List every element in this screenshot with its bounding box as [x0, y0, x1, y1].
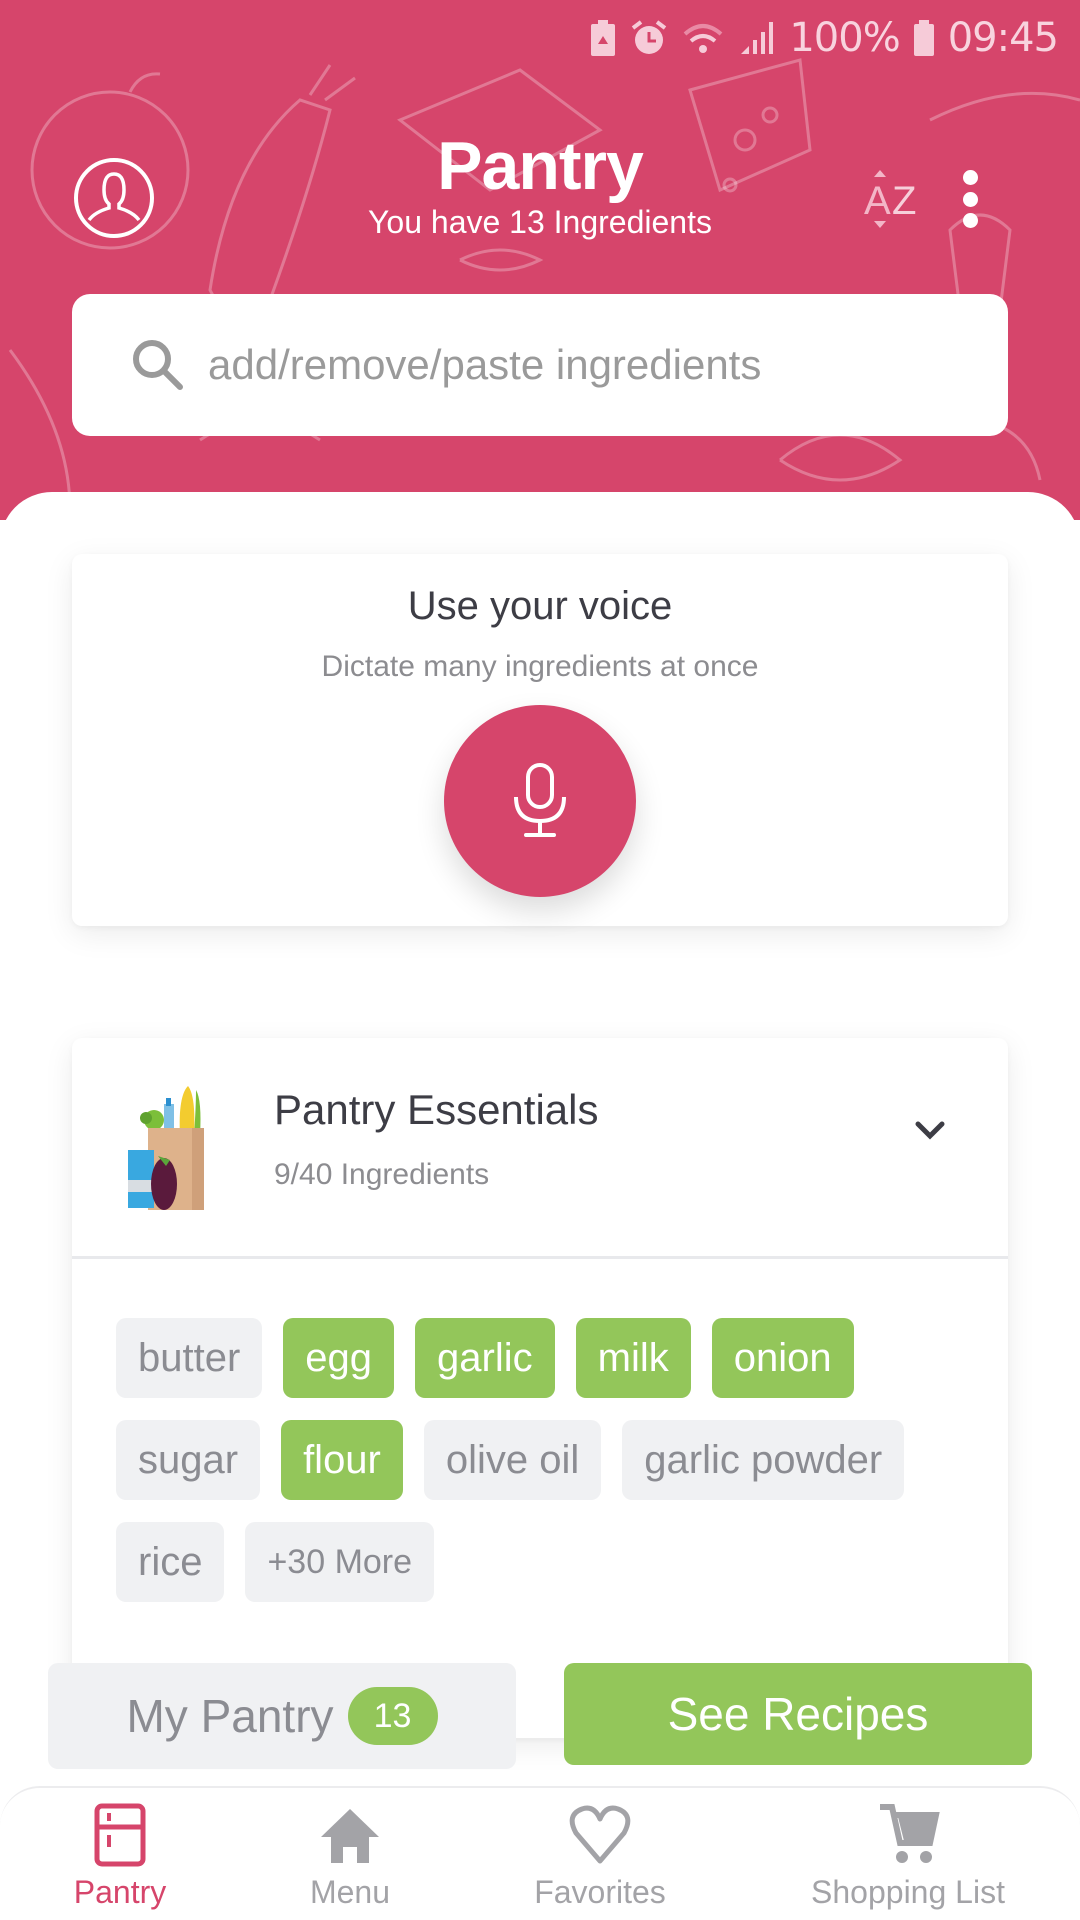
section-divider [72, 1256, 1008, 1259]
tab-favorites[interactable]: Favorites [530, 1800, 670, 1920]
battery-saver-icon [591, 20, 616, 56]
tab-menu[interactable]: Menu [300, 1800, 400, 1920]
more-options-button[interactable] [955, 166, 985, 232]
food-doodle-background [8, 58, 1080, 511]
tab-label: Pantry [73, 1874, 167, 1910]
ingredient-chip[interactable]: garlic powder [622, 1420, 905, 1500]
search-input[interactable] [208, 341, 968, 389]
chevron-down-icon[interactable] [910, 1110, 950, 1150]
fridge-icon [94, 1803, 146, 1867]
ingredient-chip[interactable]: butter [116, 1318, 263, 1398]
battery-icon [913, 20, 934, 56]
ingredient-chip[interactable]: olive oil [423, 1420, 602, 1500]
sort-az-icon: A Z [864, 170, 916, 228]
alarm-icon [632, 20, 667, 54]
section-count: 9/40 Ingredients [274, 1158, 490, 1191]
voice-card-subtitle: Dictate many ingredients at once [321, 650, 759, 683]
signal-icon [741, 22, 774, 54]
ingredient-chip[interactable]: flour [281, 1420, 403, 1500]
ingredient-chip-list: butter egg garlic milk onion sugar flour olive … [116, 1318, 976, 1602]
home-icon [321, 1809, 379, 1863]
more-ingredients-chip[interactable]: +30 More [245, 1522, 435, 1602]
my-pantry-button[interactable]: My Pantry 13 [48, 1663, 516, 1769]
more-vertical-icon-dot [962, 191, 978, 207]
tab-label: Menu [309, 1874, 391, 1910]
voice-card-title: Use your voice [407, 584, 673, 628]
tab-label: Shopping List [811, 1874, 1005, 1910]
section-title: Pantry Essentials [274, 1086, 599, 1133]
ingredient-chip[interactable]: rice [116, 1522, 225, 1602]
ingredient-chip[interactable]: garlic [415, 1318, 555, 1398]
my-pantry-label: My Pantry [126, 1690, 334, 1742]
pantry-essentials-header[interactable]: Pantry Essentials 9/40 Ingredients [72, 1038, 1008, 1256]
grocery-bag-icon [128, 1086, 204, 1210]
ingredient-chip[interactable]: egg [283, 1318, 395, 1398]
tab-label: Favorites [534, 1874, 666, 1910]
voice-input-button[interactable] [444, 705, 636, 897]
wifi-icon [684, 24, 723, 53]
cart-icon [880, 1804, 940, 1863]
see-recipes-button[interactable]: See Recipes [564, 1663, 1032, 1765]
microphone-icon [514, 763, 566, 837]
tab-pantry[interactable]: Pantry [58, 1800, 182, 1920]
header: 100% 09:45 Pantry You have 13 Ingredient… [0, 0, 1080, 520]
more-vertical-icon-dot [962, 170, 978, 185]
ingredient-chip[interactable]: sugar [116, 1420, 261, 1500]
svg-text:Z: Z [892, 179, 916, 223]
sort-button[interactable]: A Z [862, 166, 928, 232]
status-bar: 100% 09:45 [589, 10, 1059, 66]
svg-text:A: A [864, 179, 891, 223]
tab-shopping-list[interactable]: Shopping List [806, 1800, 1010, 1920]
pantry-count-badge: 13 [347, 1687, 438, 1745]
ingredient-chip[interactable]: milk [575, 1318, 691, 1398]
search-icon [133, 340, 183, 390]
clock: 09:45 [947, 15, 1059, 61]
search-bar[interactable] [72, 294, 1008, 436]
bottom-tab-bar: Pantry Menu Favorites Shopping List [0, 1786, 1080, 1920]
ingredient-chip[interactable]: onion [711, 1318, 854, 1398]
more-vertical-icon-dot [962, 213, 978, 228]
heart-icon [569, 1805, 631, 1864]
battery-percent: 100% [789, 15, 900, 61]
